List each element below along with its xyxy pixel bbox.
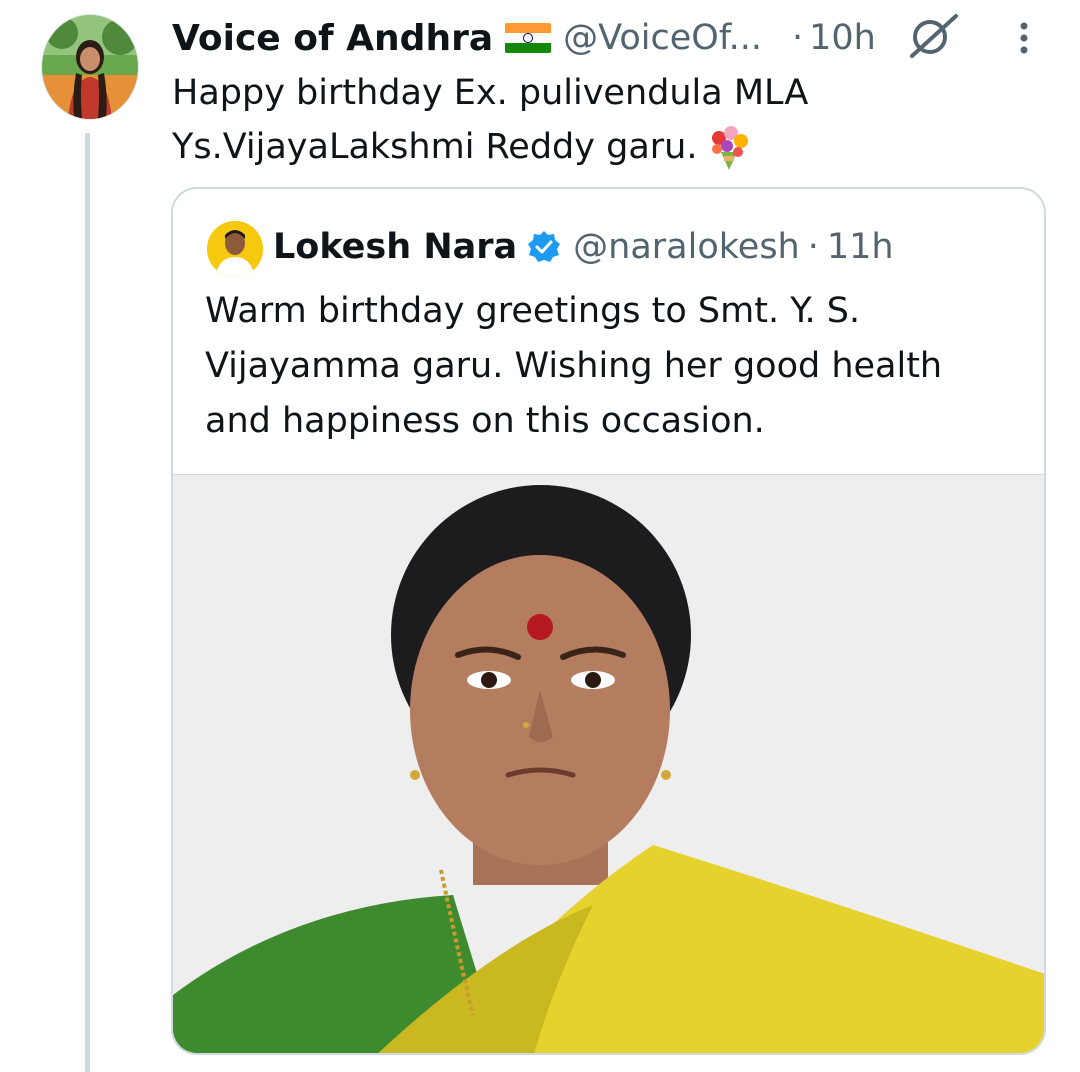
quoted-tweet-text: Warm birthday greetings to Smt. Y. S. Vi… <box>205 284 1025 449</box>
author-avatar[interactable] <box>41 14 139 120</box>
verified-badge-icon <box>528 231 561 262</box>
separator-dot: · <box>807 227 819 267</box>
edit-slash-icon[interactable] <box>906 10 962 60</box>
separator-dot: · <box>791 18 804 58</box>
quoted-tweet-card[interactable]: Lokesh Nara @naralokesh · 11h Warm birth… <box>171 187 1046 1055</box>
tweet-container[interactable]: Voice of Andhra @VoiceOf... · 10h Happy … <box>0 0 1080 1072</box>
quoted-text-line: Vijayamma garu. Wishing her good health <box>205 346 943 386</box>
tweet-text: Happy birthday Ex. pulivendula MLA Ys.Vi… <box>172 66 1032 174</box>
quoted-tweet-header: Lokesh Nara @naralokesh · 11h <box>273 219 894 275</box>
author-display-name[interactable]: Voice of Andhra <box>172 18 493 59</box>
tweet-timestamp[interactable]: 10h <box>809 18 876 58</box>
tweet-text-line: Ys.VijayaLakshmi Reddy garu. <box>172 120 1032 174</box>
thread-line <box>85 133 90 1072</box>
tweet-text-line: Happy birthday Ex. pulivendula MLA <box>172 73 809 113</box>
quoted-author-display-name[interactable]: Lokesh Nara <box>273 227 517 267</box>
bouquet-icon <box>712 126 749 170</box>
quoted-tweet-image[interactable] <box>173 474 1044 1053</box>
quoted-author-handle[interactable]: @naralokesh <box>573 227 800 267</box>
more-vertical-icon[interactable] <box>1010 18 1038 58</box>
quoted-text-line: Warm birthday greetings to Smt. Y. S. <box>205 291 861 331</box>
india-flag-icon <box>505 23 552 53</box>
quoted-text-line: and happiness on this occasion. <box>205 401 765 441</box>
author-handle[interactable]: @VoiceOf... <box>563 18 762 58</box>
quoted-tweet-timestamp[interactable]: 11h <box>827 227 894 267</box>
quoted-author-avatar[interactable] <box>207 221 263 277</box>
